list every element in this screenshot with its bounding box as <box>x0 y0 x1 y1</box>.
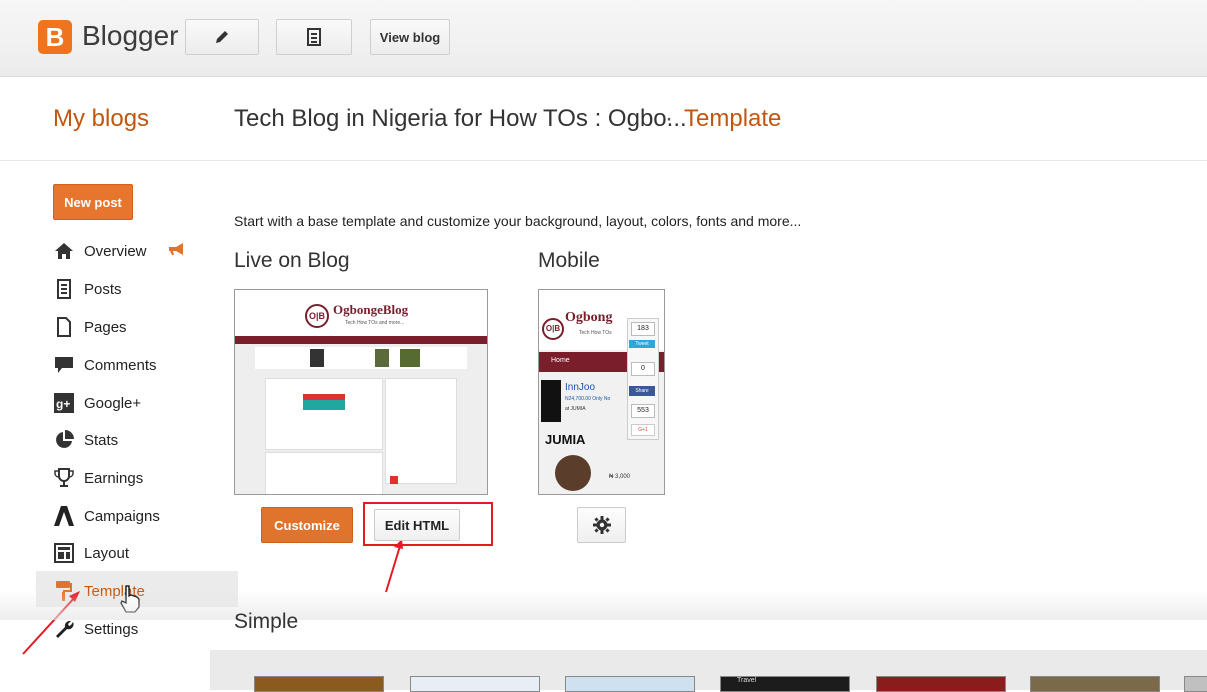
simple-heading: Simple <box>234 610 299 633</box>
simple-template-thumb[interactable] <box>410 676 540 692</box>
mobile-preview-home: Home <box>551 357 570 364</box>
preview-tagline: Tech How TOs and more... <box>345 320 405 326</box>
sidebar-item-campaigns[interactable]: Campaigns <box>53 501 233 531</box>
mobile-preview-share-bar <box>627 318 659 440</box>
stats-icon <box>53 429 75 451</box>
live-template-preview[interactable]: O|B OgbongeBlog Tech How TOs and more... <box>234 289 488 495</box>
template-intro-text: Start with a base template and customize… <box>234 213 802 229</box>
svg-text:g+: g+ <box>56 397 70 411</box>
breadcrumb-separator: · <box>665 105 673 132</box>
mobile-heading: Mobile <box>538 249 600 272</box>
simple-template-thumb[interactable]: Travel <box>720 676 850 692</box>
facebook-share-button: Share <box>629 386 655 396</box>
sidebar-item-label: Overview <box>84 242 147 260</box>
mobile-preview-item-title: InnJoo <box>565 382 596 393</box>
header-divider <box>0 160 1207 161</box>
mobile-preview-logo-icon: O|B <box>542 318 564 340</box>
preview-featured-strip <box>255 347 467 369</box>
my-blogs-link[interactable]: My blogs <box>53 105 149 133</box>
sidebar-item-earnings[interactable]: Earnings <box>53 463 233 493</box>
sidebar-item-label: Stats <box>84 431 119 449</box>
trophy-icon <box>53 467 75 489</box>
sidebar-item-label: Campaigns <box>84 507 160 525</box>
thumb-label: Travel <box>737 677 757 684</box>
preview-image <box>400 349 420 367</box>
campaigns-icon <box>53 505 75 527</box>
customize-button[interactable]: Customize <box>261 507 353 543</box>
new-post-pencil-button[interactable] <box>185 19 259 55</box>
preview-nav-bar <box>235 336 487 344</box>
preview-image <box>375 349 389 367</box>
pages-icon <box>53 316 75 338</box>
preview-sidebar <box>385 378 457 484</box>
sidebar-item-stats[interactable]: Stats <box>53 425 233 455</box>
preview-blog-name: OgbongeBlog <box>333 302 409 317</box>
blogger-logo-icon[interactable]: B <box>38 20 72 54</box>
document-list-icon <box>307 28 321 46</box>
sidebar-item-comments[interactable]: Comments <box>53 350 233 380</box>
preview-logo-icon: O|B <box>305 304 329 328</box>
sidebar-item-label: Posts <box>84 280 122 298</box>
preview-download-icon <box>390 476 398 484</box>
posts-list-button[interactable] <box>276 19 352 55</box>
mobile-preview-item-seller: at JUMIA <box>565 406 586 412</box>
preview-ad-banner <box>303 394 345 400</box>
google-plus-one-button: G+1 <box>631 424 655 436</box>
simple-template-thumb[interactable] <box>254 676 384 692</box>
mobile-preview-blog-name: Ogbong <box>565 310 613 325</box>
annotation-arrow-icon <box>385 539 403 593</box>
tweet-button: Tweet <box>629 340 655 348</box>
posts-icon <box>53 278 75 300</box>
share-count: 183 <box>631 322 655 336</box>
preview-post-card <box>265 452 383 494</box>
sidebar-item-google-plus[interactable]: g+ Google+ <box>53 388 233 418</box>
preview-post-card <box>265 378 383 450</box>
sidebar-item-posts[interactable]: Posts <box>53 274 233 304</box>
preview-ad-banner <box>303 400 345 410</box>
top-bar <box>0 0 1207 77</box>
sidebar-item-label: Layout <box>84 544 130 562</box>
gear-icon <box>592 516 611 534</box>
simple-template-thumb[interactable] <box>565 676 695 692</box>
annotation-highlight-box <box>363 502 493 546</box>
mobile-preview-price2: ₦ 3,000 <box>609 474 631 480</box>
sidebar-item-label: Google+ <box>84 394 142 412</box>
sidebar-item-overview[interactable]: Overview <box>53 236 233 266</box>
mobile-preview-jumia: JUMIA <box>545 432 586 447</box>
preview-image <box>310 349 324 367</box>
share-count: 0 <box>631 362 655 376</box>
sidebar-item-label: Comments <box>84 356 157 374</box>
mobile-preview-phone-image <box>541 380 561 422</box>
live-on-blog-heading: Live on Blog <box>234 249 350 272</box>
simple-template-thumb[interactable] <box>1184 676 1207 692</box>
mobile-preview-tagline: Tech How TOs <box>579 330 612 336</box>
simple-template-thumb[interactable] <box>1030 676 1160 692</box>
layout-icon <box>53 542 75 564</box>
breadcrumb-current: Template <box>684 105 782 132</box>
sidebar-item-label: Settings <box>84 620 139 638</box>
mobile-settings-button[interactable] <box>577 507 626 543</box>
logo-letter: B <box>45 22 65 52</box>
simple-template-thumb[interactable] <box>876 676 1006 692</box>
blog-title[interactable]: Tech Blog in Nigeria for How TOs : Ogbo.… <box>234 105 687 133</box>
view-blog-button[interactable]: View blog <box>370 19 450 55</box>
sidebar-item-pages[interactable]: Pages <box>53 312 233 342</box>
home-icon <box>53 240 75 262</box>
page-fade <box>0 590 1207 620</box>
sidebar-item-layout[interactable]: Layout <box>53 538 233 568</box>
google-plus-icon: g+ <box>53 392 75 414</box>
mobile-preview-item-price: N24,700.00 Only No <box>565 396 611 402</box>
mobile-preview-watch-image <box>555 455 591 491</box>
megaphone-icon <box>167 242 185 260</box>
brand-name: Blogger <box>82 20 179 51</box>
new-post-button[interactable]: New post <box>53 184 133 220</box>
mobile-template-preview[interactable]: O|B Ogbong Tech How TOs Home InnJoo N24,… <box>538 289 665 495</box>
comments-icon <box>53 354 75 376</box>
pencil-icon <box>216 31 228 43</box>
sidebar-item-label: Earnings <box>84 469 144 487</box>
sidebar-item-label: Pages <box>84 318 127 336</box>
share-count: 553 <box>631 404 655 418</box>
